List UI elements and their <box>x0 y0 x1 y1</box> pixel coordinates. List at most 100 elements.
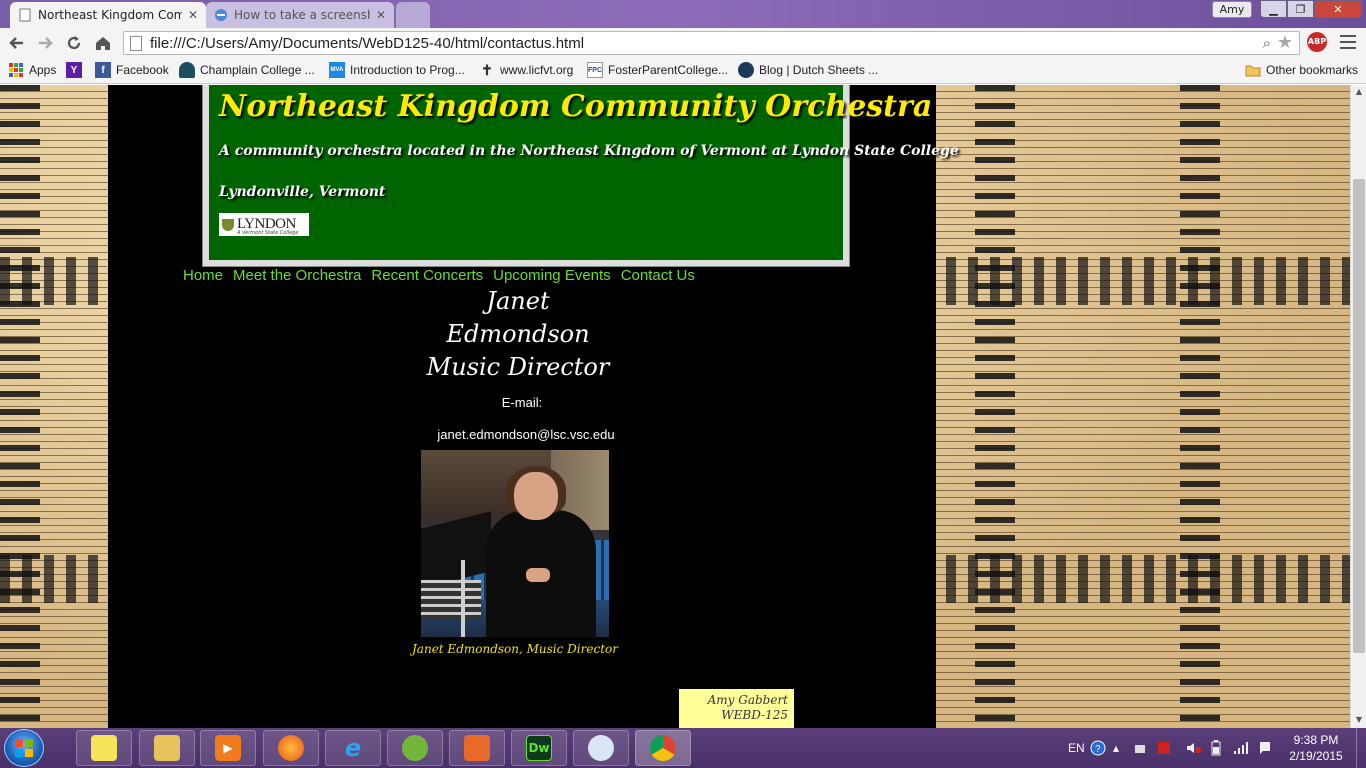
taskbar-media-player[interactable]: ▶ <box>200 730 256 766</box>
bookmark-apps[interactable]: Apps <box>8 62 56 78</box>
taskbar-photo-app[interactable] <box>449 730 505 766</box>
bookmarks-bar: Apps Y f Facebook Champlain College ... … <box>0 58 1366 84</box>
taskbar-firefox[interactable] <box>263 730 319 766</box>
tray-network-icon[interactable] <box>1133 728 1147 768</box>
vertical-scrollbar[interactable]: ▲ ▼ <box>1350 85 1366 728</box>
taskbar-paint[interactable] <box>573 730 629 766</box>
director-heading: Janet Edmondson Music Director <box>358 285 678 384</box>
facebook-icon: f <box>95 62 111 78</box>
window-close-button[interactable]: ✕ <box>1314 0 1362 18</box>
address-bar[interactable]: file:///C:/Users/Amy/Documents/WebD125-4… <box>123 31 1300 55</box>
folder-icon <box>1245 62 1261 78</box>
show-desktop-button[interactable] <box>1356 728 1366 768</box>
scroll-down-arrow-icon[interactable]: ▼ <box>1354 715 1364 724</box>
close-icon[interactable]: ✕ <box>188 8 198 22</box>
bookmark-label: Facebook <box>116 63 169 77</box>
maximize-button[interactable]: ❐ <box>1287 0 1314 18</box>
signal-icon[interactable] <box>1233 728 1249 768</box>
forward-button[interactable] <box>34 32 56 54</box>
nav-meet-the-orchestra[interactable]: Meet the Orchestra <box>233 267 361 284</box>
reload-button[interactable] <box>63 32 85 54</box>
logo-subtitle: A Vermont State College <box>237 230 299 236</box>
system-clock[interactable]: 9:38 PM 2/19/2015 <box>1284 732 1348 764</box>
bookmark-facebook[interactable]: f Facebook <box>95 62 169 78</box>
document-icon <box>18 8 32 22</box>
mva-icon: MVA <box>329 62 345 78</box>
nav-upcoming-events[interactable]: Upcoming Events <box>493 267 611 284</box>
page-icon <box>130 36 142 51</box>
taskbar: ▶ e Dw EN ? ▴ 9:38 PM 2/19/2015 <box>0 728 1366 768</box>
scroll-up-arrow-icon[interactable]: ▲ <box>1354 87 1364 96</box>
bookmark-fpc[interactable]: FPC FosterParentCollege... <box>587 62 728 78</box>
ornament-right-1 <box>975 85 1015 728</box>
adblock-icon[interactable]: ABP <box>1307 32 1327 52</box>
close-icon[interactable]: ✕ <box>376 8 386 22</box>
volume-muted-icon[interactable] <box>1186 728 1202 768</box>
svg-text:?: ? <box>1095 744 1101 755</box>
taskbar-spotify[interactable] <box>387 730 443 766</box>
back-button[interactable] <box>6 32 28 54</box>
photo-app-icon <box>464 735 490 761</box>
site-nav: Home Meet the Orchestra Recent Concerts … <box>183 267 695 284</box>
bookmark-yahoo[interactable]: Y <box>66 62 87 78</box>
clock-date: 2/19/2015 <box>1289 749 1343 763</box>
nav-home[interactable]: Home <box>183 267 223 284</box>
search-icon[interactable]: ⌕ <box>1263 34 1271 52</box>
nav-contact-us[interactable]: Contact Us <box>621 267 695 284</box>
taskbar-sticky-notes[interactable] <box>76 730 132 766</box>
bookmark-label: Champlain College ... <box>200 63 315 77</box>
director-role: Music Director <box>426 353 610 381</box>
taskbar-file-explorer[interactable] <box>139 730 195 766</box>
new-tab-button[interactable] <box>396 2 430 28</box>
bookmark-licfvt[interactable]: ✝ www.licfvt.org <box>479 62 573 78</box>
media-player-icon: ▶ <box>215 735 241 761</box>
battery-icon[interactable] <box>1210 728 1222 768</box>
champlain-icon <box>179 62 195 78</box>
chrome-icon <box>650 735 676 761</box>
site-header: Northeast Kingdom Community Orchestra A … <box>202 85 959 267</box>
internet-explorer-icon: e <box>344 734 362 762</box>
spotify-icon <box>402 735 428 761</box>
scrollbar-thumb[interactable] <box>1353 179 1365 653</box>
taskbar-dreamweaver[interactable]: Dw <box>511 730 567 766</box>
bookmark-star-icon[interactable]: ★ <box>1277 32 1293 53</box>
sticky-notes-icon <box>91 735 117 761</box>
bookmark-blog[interactable]: Blog | Dutch Sheets ... <box>738 62 878 78</box>
tab-title: Northeast Kingdom Comr <box>38 8 182 22</box>
browser-toolbar: file:///C:/Users/Amy/Documents/WebD125-4… <box>0 28 1366 58</box>
tray-expand-icon[interactable]: ▴ <box>1113 728 1119 768</box>
footer-course: WEBD-125 <box>721 708 788 722</box>
bookmark-label: FosterParentCollege... <box>608 63 729 77</box>
forward-arrow-icon <box>39 37 53 49</box>
tab-screenshot-guide[interactable]: How to take a screenshot ✕ <box>206 2 394 28</box>
bookmark-label: Blog | Dutch Sheets ... <box>759 63 879 77</box>
other-bookmarks[interactable]: Other bookmarks <box>1245 62 1358 78</box>
director-photo <box>421 450 609 637</box>
home-button[interactable] <box>92 32 114 54</box>
action-center-icon[interactable] <box>1258 728 1272 768</box>
blog-icon <box>738 62 754 78</box>
menu-icon[interactable] <box>1340 35 1356 49</box>
help-icon[interactable]: ? <box>1090 728 1106 768</box>
language-indicator[interactable]: EN <box>1068 728 1085 768</box>
bookmark-label: Apps <box>29 63 57 77</box>
email-address[interactable]: janet.edmondson@lsc.vsc.edu <box>408 427 644 442</box>
clock-time: 9:38 PM <box>1293 733 1339 747</box>
profile-button[interactable]: Amy <box>1212 1 1252 18</box>
start-button[interactable] <box>4 729 44 767</box>
director-first-name: Janet <box>486 287 550 315</box>
yahoo-icon: Y <box>66 62 82 78</box>
tab-contact-us[interactable]: Northeast Kingdom Comr ✕ <box>10 2 206 28</box>
lyndon-logo: LYNDON A Vermont State College <box>219 213 309 236</box>
tray-acrobat-icon[interactable] <box>1157 728 1171 768</box>
nav-recent-concerts[interactable]: Recent Concerts <box>371 267 483 284</box>
bookmark-label: www.licfvt.org <box>500 63 574 77</box>
minimize-button[interactable]: ▁ <box>1260 0 1287 18</box>
cross-icon: ✝ <box>481 61 493 78</box>
bookmark-champlain[interactable]: Champlain College ... <box>179 62 315 78</box>
taskbar-internet-explorer[interactable]: e <box>325 730 381 766</box>
bookmark-mva[interactable]: MVA Introduction to Prog... <box>329 62 465 78</box>
site-title: Northeast Kingdom Community Orchestra <box>219 89 933 124</box>
taskbar-chrome[interactable] <box>635 730 691 766</box>
apps-grid-icon <box>8 62 24 78</box>
